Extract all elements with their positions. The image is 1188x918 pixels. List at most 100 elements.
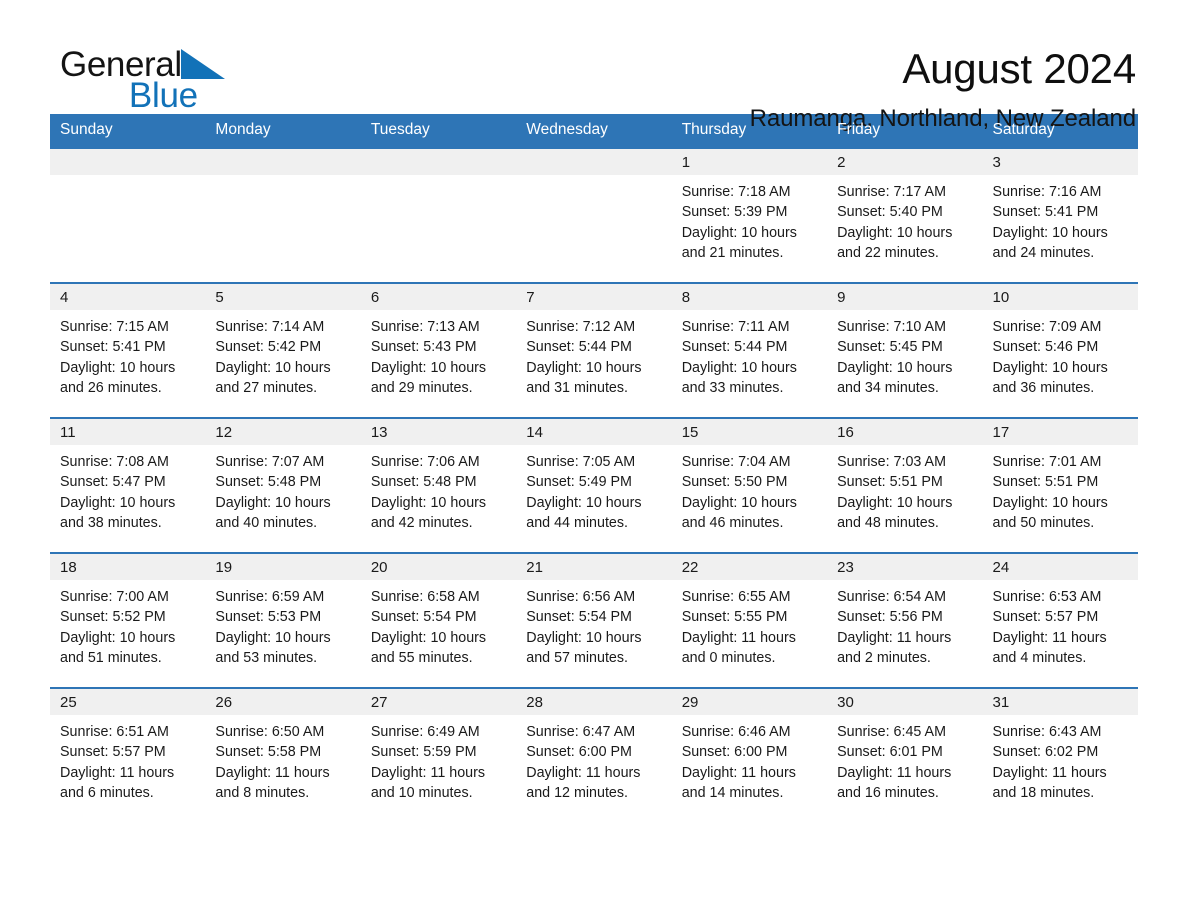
day-details: Sunrise: 7:03 AM Sunset: 5:51 PM Daylight:… <box>827 445 982 534</box>
calendar-day-cell[interactable]: 15 Sunrise: 7:04 AM Sunset: 5:50 PM Dayligh… <box>671 417 828 553</box>
sunset-time: Sunset: 5:57 PM <box>60 744 166 761</box>
sunset-time: Sunset: 5:57 PM <box>992 609 1099 626</box>
day-details: Sunrise: 7:18 AM Sunset: 5:39 PM Daylight:… <box>672 175 827 264</box>
daylight-duration-line1: Daylight: 10 hours <box>215 359 331 376</box>
day-number: 10 <box>982 284 1138 310</box>
calendar-day-cell[interactable]: 6 Sunrise: 7:13 AM Sunset: 5:43 PM Daylight… <box>360 282 517 418</box>
calendar-day-cell[interactable]: 3 Sunrise: 7:16 AM Sunset: 5:41 PM Daylight… <box>982 147 1138 283</box>
weekday-header-tuesday: Tuesday <box>360 114 517 148</box>
calendar-day-cell[interactable]: 1 Sunrise: 7:18 AM Sunset: 5:39 PM Daylight… <box>671 147 828 283</box>
calendar-day-cell[interactable]: 9 Sunrise: 7:10 AM Sunset: 5:45 PM Daylight… <box>827 282 983 418</box>
day-number <box>205 149 361 175</box>
sunset-time: Sunset: 5:42 PM <box>215 339 322 356</box>
day-number: 23 <box>827 554 983 580</box>
daylight-duration-line2: and 31 minutes. <box>526 380 628 397</box>
daylight-duration-line1: Daylight: 10 hours <box>60 359 176 376</box>
daylight-duration-line2: and 34 minutes. <box>837 380 939 397</box>
daylight-duration-line1: Daylight: 10 hours <box>526 359 642 376</box>
daylight-duration-line2: and 4 minutes. <box>992 650 1087 667</box>
calendar-day-cell[interactable]: 21 Sunrise: 6:56 AM Sunset: 5:54 PM Dayligh… <box>516 552 672 688</box>
day-details: Sunrise: 7:04 AM Sunset: 5:50 PM Daylight:… <box>672 445 827 534</box>
daylight-duration-line1: Daylight: 10 hours <box>370 629 487 646</box>
day-details: Sunrise: 7:12 AM Sunset: 5:44 PM Daylight:… <box>516 310 671 399</box>
day-details: Sunrise: 6:55 AM Sunset: 5:55 PM Daylight:… <box>672 580 827 669</box>
calendar-day-cell[interactable]: 19 Sunrise: 6:59 AM Sunset: 5:53 PM Dayligh… <box>205 552 361 688</box>
day-number: 29 <box>671 689 828 715</box>
calendar-day-cell[interactable]: 24 Sunrise: 6:53 AM Sunset: 5:57 PM Dayligh… <box>982 552 1138 688</box>
calendar-day-cell[interactable]: 4 Sunrise: 7:15 AM Sunset: 5:41 PM Daylight… <box>50 282 206 418</box>
day-number: 24 <box>982 554 1138 580</box>
daylight-duration-line1: Daylight: 10 hours <box>215 629 331 646</box>
daylight-duration-line1: Daylight: 11 hours <box>837 764 952 781</box>
calendar-day-cell[interactable]: 11 Sunrise: 7:08 AM Sunset: 5:47 PM Dayligh… <box>50 417 206 553</box>
calendar-day-cell[interactable]: 31 Sunrise: 6:43 AM Sunset: 6:02 PM Dayligh… <box>982 687 1138 823</box>
sunrise-time: Sunrise: 6:46 AM <box>681 724 791 740</box>
calendar-page: General Blue August 2024 Raumanga, North… <box>0 0 1188 918</box>
calendar-day-cell[interactable]: 16 Sunrise: 7:03 AM Sunset: 5:51 PM Dayligh… <box>827 417 983 553</box>
weekday-header-wednesday: Wednesday <box>516 114 672 148</box>
sunset-time: Sunset: 5:58 PM <box>215 744 322 761</box>
sunrise-time: Sunrise: 7:01 AM <box>992 454 1102 470</box>
calendar-day-cell[interactable]: 2 Sunrise: 7:17 AM Sunset: 5:40 PM Daylight… <box>827 147 983 283</box>
calendar-day-cell[interactable]: 13 Sunrise: 7:06 AM Sunset: 5:48 PM Dayligh… <box>360 417 517 553</box>
sunset-time: Sunset: 5:55 PM <box>681 609 788 626</box>
day-details: Sunrise: 6:59 AM Sunset: 5:53 PM Daylight:… <box>205 580 360 669</box>
calendar-day-cell[interactable]: 28 Sunrise: 6:47 AM Sunset: 6:00 PM Dayligh… <box>516 687 672 823</box>
calendar-day-cell[interactable]: 7 Sunrise: 7:12 AM Sunset: 5:44 PM Daylight… <box>516 282 672 418</box>
daylight-duration-line1: Daylight: 10 hours <box>681 359 797 376</box>
daylight-duration-line2: and 22 minutes. <box>837 245 939 262</box>
day-number: 3 <box>982 149 1138 175</box>
daylight-duration-line2: and 51 minutes. <box>60 650 162 667</box>
logo-triangle-icon <box>180 49 225 79</box>
sunrise-time: Sunrise: 7:06 AM <box>370 454 480 470</box>
calendar-day-cell[interactable]: 14 Sunrise: 7:05 AM Sunset: 5:49 PM Dayligh… <box>516 417 672 553</box>
sunrise-time: Sunrise: 7:04 AM <box>681 454 791 470</box>
sunset-time: Sunset: 5:59 PM <box>370 744 477 761</box>
calendar-day-cell[interactable]: 17 Sunrise: 7:01 AM Sunset: 5:51 PM Dayligh… <box>982 417 1138 553</box>
daylight-duration-line2: and 53 minutes. <box>215 650 318 667</box>
day-number: 20 <box>360 554 517 580</box>
daylight-duration-line2: and 48 minutes. <box>837 515 939 532</box>
sunrise-time: Sunrise: 6:54 AM <box>837 589 946 605</box>
day-details: Sunrise: 7:10 AM Sunset: 5:45 PM Daylight:… <box>827 310 982 399</box>
day-number: 9 <box>827 284 983 310</box>
sunrise-time: Sunrise: 7:05 AM <box>526 454 636 470</box>
daylight-duration-line1: Daylight: 10 hours <box>992 359 1108 376</box>
calendar-day-cell[interactable]: 10 Sunrise: 7:09 AM Sunset: 5:46 PM Dayligh… <box>982 282 1138 418</box>
day-number: 22 <box>671 554 828 580</box>
sunrise-time: Sunrise: 7:00 AM <box>60 589 169 605</box>
calendar-day-cell[interactable]: 20 Sunrise: 6:58 AM Sunset: 5:54 PM Dayligh… <box>360 552 517 688</box>
calendar-day-cell[interactable]: 27 Sunrise: 6:49 AM Sunset: 5:59 PM Dayligh… <box>360 687 517 823</box>
general-blue-logo[interactable]: General Blue <box>50 44 225 114</box>
calendar-day-cell[interactable]: 18 Sunrise: 7:00 AM Sunset: 5:52 PM Dayligh… <box>50 552 206 688</box>
sunset-time: Sunset: 5:54 PM <box>370 609 477 626</box>
day-details: Sunrise: 6:54 AM Sunset: 5:56 PM Daylight:… <box>827 580 982 669</box>
daylight-duration-line2: and 50 minutes. <box>992 515 1095 532</box>
daylight-duration-line2: and 40 minutes. <box>215 515 318 532</box>
day-details: Sunrise: 7:11 AM Sunset: 5:44 PM Daylight:… <box>672 310 827 399</box>
daylight-duration-line1: Daylight: 11 hours <box>681 629 796 646</box>
daylight-duration-line2: and 33 minutes. <box>681 380 784 397</box>
calendar-day-cell[interactable]: 25 Sunrise: 6:51 AM Sunset: 5:57 PM Dayligh… <box>50 687 206 823</box>
day-details: Sunrise: 6:43 AM Sunset: 6:02 PM Daylight:… <box>983 715 1138 804</box>
sunset-time: Sunset: 6:00 PM <box>526 744 632 761</box>
sunset-time: Sunset: 5:44 PM <box>526 339 632 356</box>
sunrise-time: Sunrise: 7:16 AM <box>992 184 1102 200</box>
sunrise-time: Sunrise: 7:08 AM <box>60 454 169 470</box>
daylight-duration-line2: and 6 minutes. <box>60 785 154 802</box>
calendar-day-cell[interactable]: 26 Sunrise: 6:50 AM Sunset: 5:58 PM Dayligh… <box>205 687 361 823</box>
day-details: Sunrise: 6:47 AM Sunset: 6:00 PM Daylight:… <box>516 715 671 804</box>
sunrise-time: Sunrise: 6:55 AM <box>681 589 791 605</box>
calendar-day-cell[interactable]: 5 Sunrise: 7:14 AM Sunset: 5:42 PM Daylight… <box>205 282 361 418</box>
calendar-day-cell[interactable]: 12 Sunrise: 7:07 AM Sunset: 5:48 PM Dayligh… <box>205 417 361 553</box>
day-number: 31 <box>982 689 1138 715</box>
calendar-day-cell[interactable]: 22 Sunrise: 6:55 AM Sunset: 5:55 PM Dayligh… <box>671 552 828 688</box>
calendar-day-cell[interactable]: 30 Sunrise: 6:45 AM Sunset: 6:01 PM Dayligh… <box>827 687 983 823</box>
calendar-day-cell[interactable]: 8 Sunrise: 7:11 AM Sunset: 5:44 PM Daylight… <box>671 282 828 418</box>
calendar-day-cell[interactable]: 23 Sunrise: 6:54 AM Sunset: 5:56 PM Dayligh… <box>827 552 983 688</box>
daylight-duration-line1: Daylight: 10 hours <box>837 494 953 511</box>
day-number: 19 <box>205 554 361 580</box>
calendar-day-cell[interactable]: 29 Sunrise: 6:46 AM Sunset: 6:00 PM Dayligh… <box>671 687 828 823</box>
daylight-duration-line2: and 10 minutes. <box>370 785 473 802</box>
day-number: 13 <box>360 419 517 445</box>
